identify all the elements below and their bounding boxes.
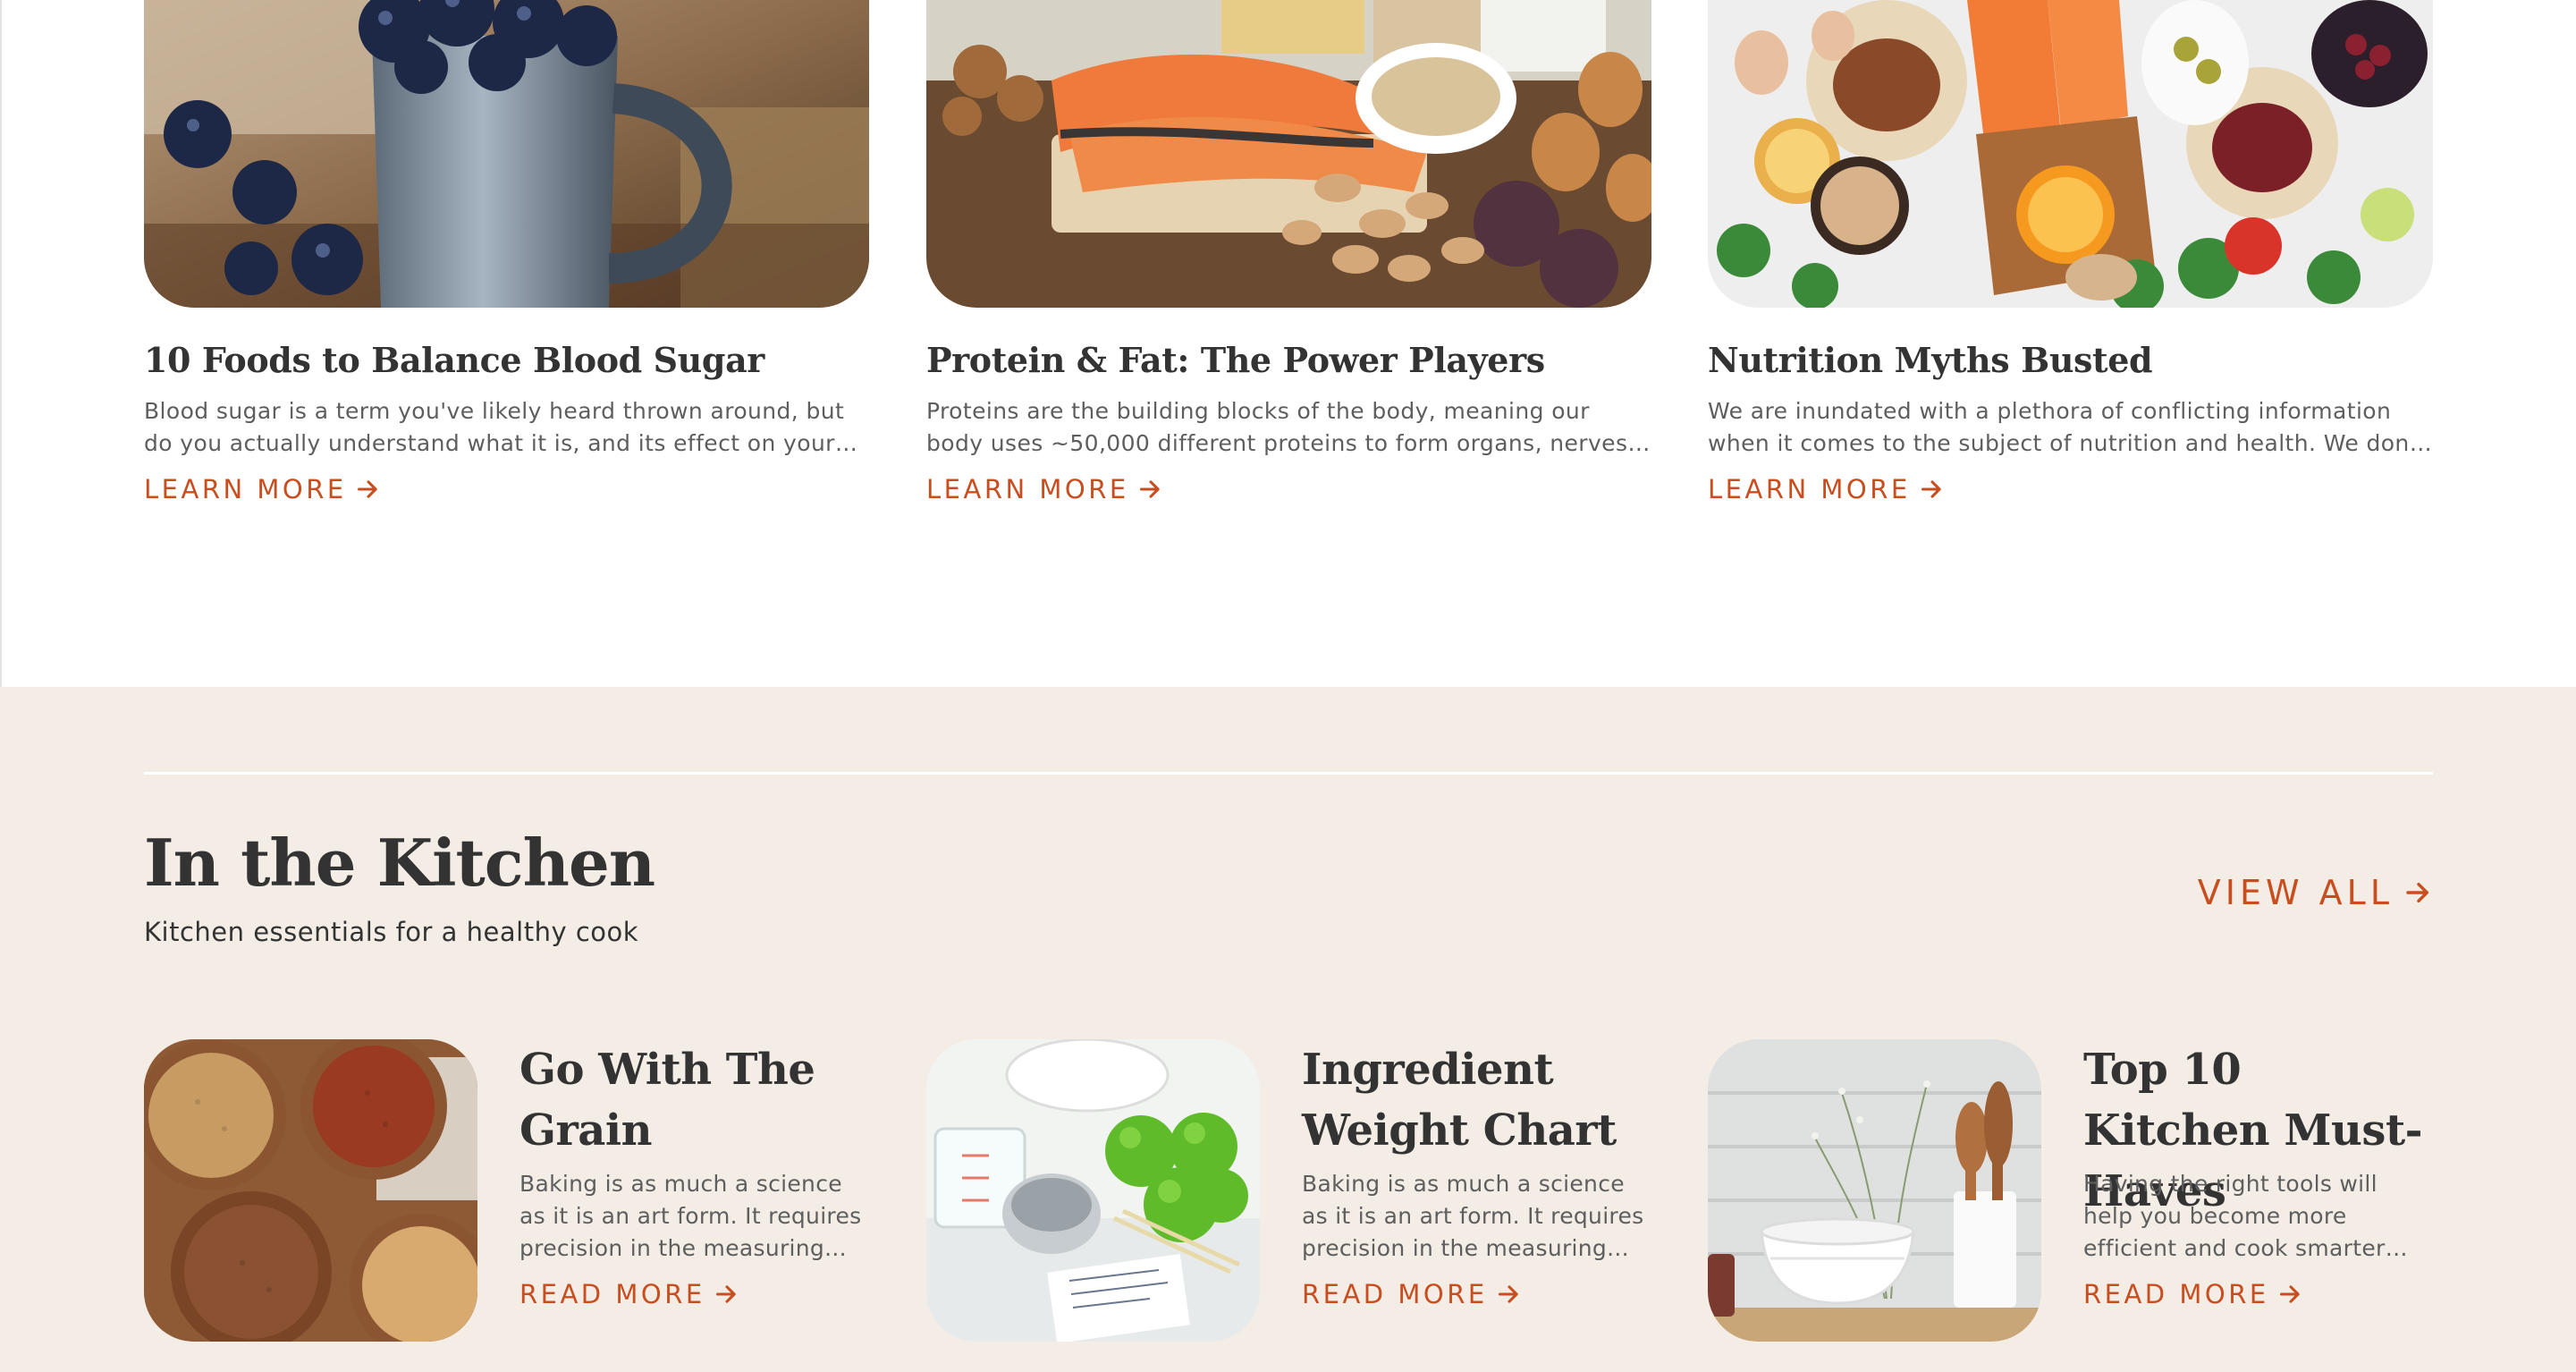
arrow-right-icon (2404, 878, 2433, 907)
kitchen-card-title[interactable]: Go With The Grain (519, 1039, 869, 1161)
article-excerpt: We are inundated with a plethora of conf… (1708, 398, 2426, 463)
kitchen-card-image[interactable] (1708, 1039, 2041, 1342)
learn-more-link[interactable]: LEARN MORE (926, 469, 1163, 510)
kitchen-card-excerpt: Baking is as much a science as it is an … (1302, 1171, 1644, 1261)
article-image[interactable] (144, 0, 869, 308)
section-subtitle: Kitchen essentials for a healthy cook (144, 917, 639, 947)
kitchen-card-title[interactable]: Ingredient Weight Chart (1302, 1039, 1651, 1161)
learn-more-label: LEARN MORE (144, 474, 347, 504)
view-all-link[interactable]: VIEW ALL (2198, 866, 2433, 919)
salmon-spread-image (926, 0, 1651, 308)
arrow-right-icon (1138, 477, 1163, 502)
article-image[interactable] (926, 0, 1651, 308)
articles-section: 10 Foods to Balance Blood Sugar Blood su… (144, 0, 2433, 687)
grains-image (144, 1039, 477, 1342)
kitchen-card[interactable]: Ingredient Weight Chart Baking is as muc… (926, 1039, 1651, 1343)
left-divider (0, 0, 2, 687)
learn-more-label: LEARN MORE (1708, 474, 1911, 504)
blueberries-mug-image (144, 0, 869, 308)
apples-measuring-image (926, 1039, 1260, 1342)
article-image[interactable] (1708, 0, 2433, 308)
section-title: In the Kitchen (144, 825, 655, 901)
article-excerpt: Blood sugar is a term you've likely hear… (144, 398, 845, 463)
learn-more-link[interactable]: LEARN MORE (144, 469, 381, 510)
page: 10 Foods to Balance Blood Sugar Blood su… (0, 0, 2576, 1372)
learn-more-label: LEARN MORE (926, 474, 1129, 504)
read-more-label: READ MORE (1302, 1279, 1488, 1309)
read-more-label: READ MORE (519, 1279, 705, 1309)
article-title[interactable]: 10 Foods to Balance Blood Sugar (144, 335, 869, 386)
kitchen-card-excerpt: Baking is as much a science as it is an … (519, 1171, 862, 1261)
learn-more-link[interactable]: LEARN MORE (1708, 469, 1945, 510)
kitchen-card-image[interactable] (144, 1039, 477, 1342)
arrow-right-icon (356, 477, 381, 502)
view-all-label: VIEW ALL (2197, 873, 2394, 912)
arrow-right-icon (1497, 1282, 1522, 1307)
kitchen-section: In the Kitchen Kitchen essentials for a … (0, 687, 2576, 1372)
bowls-spoons-image (1708, 1039, 2041, 1342)
article-title[interactable]: Protein & Fat: The Power Players (926, 335, 1651, 386)
article-title[interactable]: Nutrition Myths Busted (1708, 335, 2433, 386)
healthy-flatlay-image (1708, 0, 2433, 308)
arrow-right-icon (2278, 1282, 2303, 1307)
arrow-right-icon (1920, 477, 1945, 502)
kitchen-card[interactable]: Top 10 Kitchen Must-Haves Having the rig… (1708, 1039, 2433, 1343)
kitchen-card-excerpt: Having the right tools will help you bec… (2083, 1171, 2386, 1261)
arrow-right-icon (714, 1282, 739, 1307)
section-divider (144, 772, 2433, 775)
article-excerpt: Proteins are the building blocks of the … (926, 398, 1635, 463)
kitchen-card-image[interactable] (926, 1039, 1260, 1342)
read-more-link[interactable]: READ MORE (2083, 1274, 2303, 1315)
read-more-link[interactable]: READ MORE (1302, 1274, 1522, 1315)
kitchen-card[interactable]: Go With The Grain Baking is as much a sc… (144, 1039, 869, 1343)
read-more-label: READ MORE (2083, 1279, 2269, 1309)
read-more-link[interactable]: READ MORE (519, 1274, 739, 1315)
